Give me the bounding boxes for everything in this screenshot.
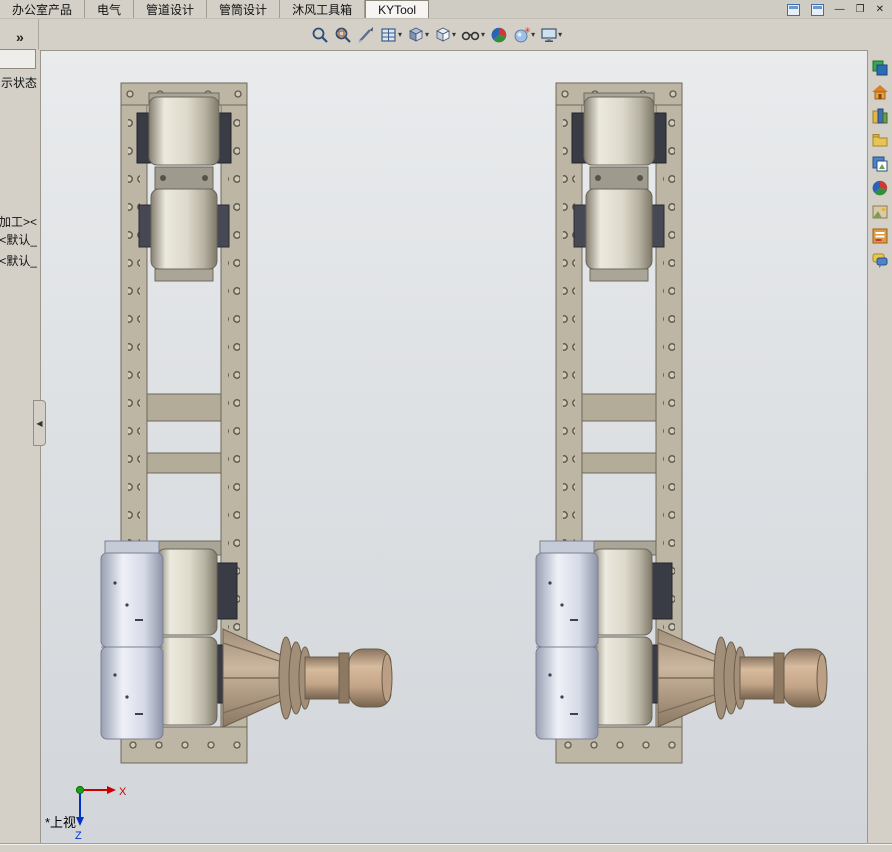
- triad-z-label: Z: [75, 830, 82, 842]
- window-controls: — ❐ ✕: [786, 2, 884, 17]
- section-view-icon: [381, 28, 396, 42]
- monitor-icon: [541, 28, 557, 42]
- graphics-viewport[interactable]: X Z *上视: [40, 50, 868, 844]
- glasses-icon: [461, 31, 480, 41]
- dropdown-caret-icon[interactable]: ▾: [481, 31, 485, 39]
- view-orientation-label: *上视: [45, 815, 77, 830]
- panel-window-icon[interactable]: [786, 3, 800, 16]
- tree-item[interactable]: <默认_: [0, 252, 37, 269]
- appearances-button[interactable]: [870, 178, 890, 198]
- restore-button[interactable]: ❐: [856, 4, 865, 15]
- forum-button[interactable]: [870, 250, 890, 270]
- dropdown-caret-icon[interactable]: ▾: [398, 31, 402, 39]
- assembly-model-right[interactable]: [535, 82, 828, 764]
- scenes-icon: [872, 205, 887, 219]
- home-button[interactable]: [870, 82, 890, 102]
- apply-scene-button[interactable]: ✳ ▾: [512, 24, 536, 46]
- view-palette-icon: [872, 156, 887, 172]
- collapse-arrow-icon: ◀: [36, 418, 43, 428]
- close-button[interactable]: ✕: [876, 4, 884, 15]
- model-scene: X Z: [75, 82, 828, 842]
- triad-x-label: X: [119, 786, 127, 798]
- appearances-sphere-icon: [872, 180, 887, 196]
- dropdown-caret-icon[interactable]: ▾: [558, 31, 562, 39]
- custom-properties-button[interactable]: [870, 226, 890, 246]
- section-view-button[interactable]: ▾: [379, 24, 403, 46]
- view-settings-button[interactable]: ▾: [539, 24, 563, 46]
- panel-divider: [38, 19, 39, 50]
- pen-tool-button[interactable]: [356, 24, 376, 46]
- hide-show-items-button[interactable]: ▾: [460, 24, 486, 46]
- edit-appearance-button[interactable]: [489, 24, 509, 46]
- dropdown-caret-icon[interactable]: ▾: [452, 31, 456, 39]
- zoom-fit-button[interactable]: [310, 24, 330, 46]
- zoom-area-icon: [335, 27, 351, 43]
- dropdown-caret-icon[interactable]: ▾: [425, 31, 429, 39]
- dropdown-caret-icon[interactable]: ▾: [531, 31, 535, 39]
- task-pane: [868, 58, 891, 270]
- tab-piping-design[interactable]: 管道设计: [134, 0, 208, 18]
- display-style-cube-icon: [436, 27, 450, 42]
- resources-button[interactable]: [870, 58, 890, 78]
- tab-tube-design[interactable]: 管筒设计: [207, 0, 281, 18]
- tab-mufeng-toolbox[interactable]: 沐风工具箱: [280, 0, 366, 18]
- custom-properties-icon: [872, 228, 887, 244]
- design-library-button[interactable]: [870, 106, 890, 126]
- scenes-button[interactable]: [870, 202, 890, 222]
- panel-window-icon-2[interactable]: [810, 3, 824, 16]
- assembly-model-left[interactable]: [100, 82, 393, 764]
- view-palette-button[interactable]: [870, 154, 890, 174]
- view-orientation-button[interactable]: ▾: [406, 24, 430, 46]
- view-orientation-cube-icon: [409, 27, 423, 42]
- display-style-button[interactable]: ▾: [433, 24, 457, 46]
- solidworks-window: 办公室产品 电气 管道设计 管筒设计 沐风工具箱 KYTool — ❐ ✕ ▾ …: [0, 0, 892, 852]
- tree-item[interactable]: <默认_: [0, 231, 37, 248]
- tab-office-products[interactable]: 办公室产品: [0, 0, 86, 18]
- pen-icon: [358, 27, 373, 44]
- zoom-area-button[interactable]: [333, 24, 353, 46]
- coordinate-triad: X Z: [75, 785, 127, 842]
- design-library-icon: [872, 108, 887, 124]
- scene-star-glyph: ✳: [524, 26, 531, 35]
- display-state-label: 示状态: [0, 76, 37, 90]
- home-icon: [871, 85, 888, 100]
- resources-icon: [872, 60, 887, 76]
- tree-item[interactable]: 加工><: [0, 213, 37, 230]
- collapse-panel-tab[interactable]: ◀: [33, 400, 46, 446]
- zoom-fit-icon: [312, 27, 328, 43]
- command-tab-bar: 办公室产品 电气 管道设计 管筒设计 沐风工具箱 KYTool: [0, 0, 892, 19]
- appearance-sphere-icon: [491, 27, 507, 43]
- tab-kytool[interactable]: KYTool: [365, 0, 430, 18]
- tab-electrical[interactable]: 电气: [85, 0, 135, 18]
- minimize-button[interactable]: —: [835, 4, 845, 15]
- file-explorer-button[interactable]: [870, 130, 890, 150]
- status-bar: [0, 844, 892, 852]
- forum-icon: [872, 253, 887, 268]
- folder-icon: [872, 134, 887, 147]
- heads-up-toolbar: ▾ ▾ ▾ ▾ ✳ ▾ ▾: [310, 23, 563, 47]
- display-state-combo-clipped[interactable]: [0, 49, 36, 69]
- expand-panel-button[interactable]: »: [16, 29, 24, 45]
- scene-sphere-icon: ✳: [514, 26, 531, 43]
